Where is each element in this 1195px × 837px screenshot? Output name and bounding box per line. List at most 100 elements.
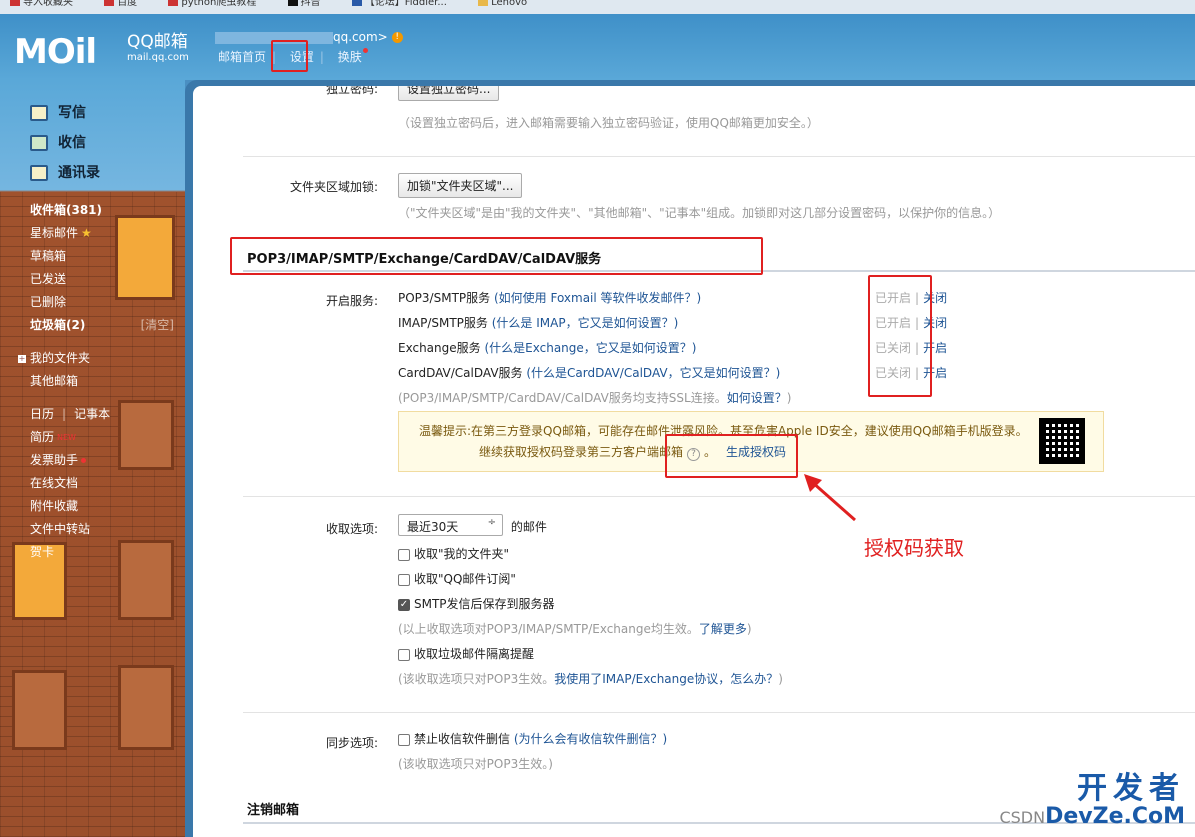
ssl-help-link[interactable]: 如何设置？ (727, 391, 787, 405)
checkbox-row[interactable]: 收取垃圾邮件隔离提醒 (398, 645, 534, 662)
set-password-button[interactable]: 设置独立密码... (398, 86, 500, 101)
inbox-arrow-icon (30, 135, 48, 151)
sidebar-item-transfer[interactable]: 文件中转站 (30, 518, 180, 541)
sidebar-item-spam[interactable]: 垃圾箱(2) [清空] (30, 314, 180, 337)
service-help-link[interactable]: (什么是Exchange，它又是如何设置？) (484, 341, 696, 355)
invoice-label: 发票助手 (30, 453, 79, 467)
ssl-hint: (POP3/IMAP/SMTP/CardDAV/CalDAV服务均支持SSL连接… (398, 389, 791, 406)
lock-hint: （"文件夹区域"是由"我的文件夹"、"其他邮箱"、"记事本"组成。加锁即对这几部… (398, 206, 1001, 220)
nav-home[interactable]: 邮箱首页 (218, 50, 266, 64)
notification-dot (362, 48, 368, 53)
sync-hint: (该收取选项只对POP3生效。) (398, 757, 553, 771)
sidebar-row-calendar-notes: 日历 | 记事本 (30, 403, 180, 426)
cancel-section-title: 注销邮箱 (247, 803, 300, 818)
contacts-button[interactable]: 通讯录 (30, 158, 100, 188)
watermark: 开发者 CSDNDevZe.CoM (999, 774, 1185, 830)
nav-skin[interactable]: 换肤 (338, 50, 362, 64)
account-domain: qq.com> (333, 30, 388, 44)
imap-help-link[interactable]: 我使用了IMAP/Exchange协议，怎么办？ (554, 672, 778, 686)
qr-code-icon (1039, 418, 1085, 464)
select-value: 最近30天 (407, 520, 459, 534)
expand-icon[interactable]: + (18, 354, 26, 363)
mail-logo[interactable]: MOil (14, 32, 97, 72)
write-label: 写信 (58, 105, 86, 121)
bookmark-item[interactable]: 抖音 (287, 0, 321, 8)
watermark-csdn: CSDN (999, 808, 1046, 827)
checkbox-label: 收取"QQ邮件订阅" (414, 572, 516, 586)
my-folders-label: 我的文件夹 (30, 351, 91, 365)
account-info[interactable]: qq.com>! (215, 30, 403, 44)
annotation-label: 授权码获取 (864, 536, 964, 560)
star-icon: ★ (81, 226, 92, 240)
sidebar-item-sent[interactable]: 已发送 (30, 268, 180, 291)
bookmark-item[interactable]: 导入收藏夹 (10, 0, 73, 8)
sidebar-item-attachments[interactable]: 附件收藏 (30, 495, 180, 518)
sidebar-item-starred[interactable]: 星标邮件 ★ (30, 222, 180, 245)
bookmarks-bar: 导入收藏夹 百度 python爬虫教程 抖音 【论坛】Fiddler... Le… (0, 0, 1195, 14)
service-help-link[interactable]: (什么是 IMAP，它又是如何设置？) (492, 316, 679, 330)
receive-range-select[interactable]: 最近30天 ÷ (398, 514, 503, 536)
checkbox-label: 收取垃圾邮件隔离提醒 (414, 647, 535, 661)
service-help-link[interactable]: (什么是CardDAV/CalDAV，它又是如何设置？) (526, 366, 780, 380)
sidebar-item-notes[interactable]: 记事本 (74, 407, 110, 421)
folder-list: 收件箱(381) 星标邮件 ★ 草稿箱 已发送 已删除 垃圾箱(2) [清空] + 我… (18, 199, 180, 564)
receive-hint: (以上收取选项对POP3/IMAP/SMTP/Exchange均生效。了解更多) (398, 620, 752, 637)
divider (243, 156, 1195, 157)
divider (243, 712, 1195, 713)
bookmark-item[interactable]: python爬虫教程 (168, 0, 256, 8)
checkbox-row[interactable]: ✓ SMTP发信后保存到服务器 (398, 595, 555, 612)
bookmark-icon (168, 0, 179, 6)
sidebar-item-my-folders[interactable]: + 我的文件夹 (18, 347, 180, 370)
sidebar-item-deleted[interactable]: 已删除 (30, 291, 180, 314)
lock-folder-button[interactable]: 加锁"文件夹区域"... (398, 173, 523, 198)
bookmark-item[interactable]: 【论坛】Fiddler... (351, 0, 447, 8)
learn-more-link[interactable]: 了解更多 (699, 622, 747, 636)
bookmark-icon (104, 0, 115, 6)
tip-prefix: 温馨提示: (419, 424, 472, 438)
checkbox[interactable] (398, 733, 410, 746)
sidebar-item-invoice[interactable]: 发票助手 (30, 449, 180, 472)
divider (243, 496, 1195, 497)
sidebar-item-other-mail[interactable]: 其他邮箱 (30, 370, 180, 393)
warning-icon[interactable]: ! (391, 32, 403, 43)
spam-label: 垃圾箱(2) (30, 318, 86, 332)
checkbox[interactable] (398, 648, 410, 661)
service-name: CardDAV/CalDAV服务 (398, 366, 523, 380)
sidebar-item-inbox[interactable]: 收件箱(381) (30, 199, 180, 222)
receive-hint-text: (以上收取选项对POP3/IMAP/SMTP/Exchange均生效。 (398, 622, 699, 636)
new-badge: NEW (57, 433, 76, 442)
checkbox-label: 收取"我的文件夹" (414, 547, 510, 561)
sidebar-item-cards[interactable]: 贺卡 (30, 541, 180, 564)
nav-separator: | (319, 50, 324, 64)
checkbox-row[interactable]: 收取"QQ邮件订阅" (398, 570, 516, 587)
checkbox[interactable] (398, 573, 410, 586)
lock-label: 文件夹区域加锁: (289, 180, 378, 194)
spacer (30, 393, 180, 403)
bookmark-item[interactable]: Lenovo (478, 0, 527, 8)
sidebar-item-docs[interactable]: 在线文档 (30, 472, 180, 495)
sidebar-item-calendar[interactable]: 日历 (30, 407, 54, 421)
write-button[interactable]: 写信 (30, 98, 100, 128)
service-row-pop3: POP3/SMTP服务 (如何使用 Foxmail 等软件收发邮件？) (398, 289, 701, 306)
bookmark-icon (287, 0, 298, 6)
brand-block: QQ邮箱 mail.qq.com (127, 32, 189, 64)
sidebar-item-resume[interactable]: 简历 NEW (30, 426, 180, 449)
checkbox[interactable] (398, 548, 410, 561)
bookmark-item[interactable]: 百度 (104, 0, 137, 8)
receive-button[interactable]: 收信 (30, 128, 100, 158)
receive-range-row: 最近30天 ÷ 的邮件 (398, 514, 547, 536)
checkbox-checked[interactable]: ✓ (398, 598, 410, 611)
checkbox-row[interactable]: 禁止收信软件删信 (为什么会有收信软件删信？) (398, 730, 667, 747)
brand-name: QQ邮箱 (127, 32, 188, 52)
pwd-label: 独立密码: (325, 86, 378, 96)
service-help-link[interactable]: (如何使用 Foxmail 等软件收发邮件？) (494, 291, 701, 305)
delete-help-link[interactable]: (为什么会有收信软件删信？) (514, 732, 667, 746)
notification-dot (81, 458, 87, 463)
pwd-hint: （设置独立密码后，进入邮箱需要输入独立密码验证，使用QQ邮箱更加安全。） (398, 116, 819, 130)
checkbox-row[interactable]: 收取"我的文件夹" (398, 545, 509, 562)
clear-spam-button[interactable]: [清空] (141, 314, 174, 337)
receive-suffix: 的邮件 (510, 520, 547, 534)
sidebar-item-drafts[interactable]: 草稿箱 (30, 245, 180, 268)
ssl-hint-end: ) (786, 391, 792, 405)
pencil-icon (30, 105, 48, 121)
